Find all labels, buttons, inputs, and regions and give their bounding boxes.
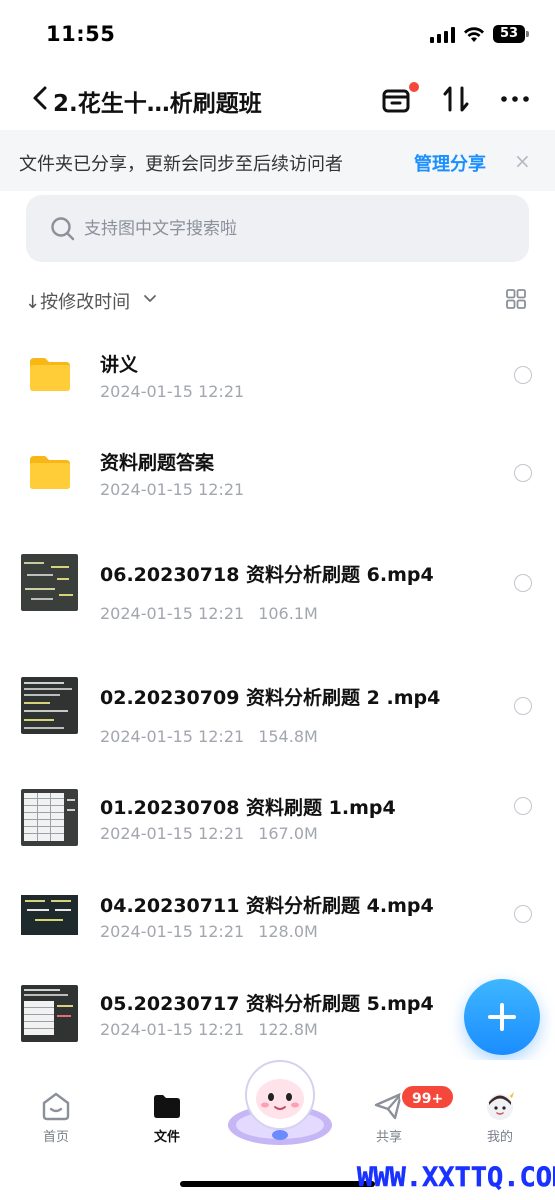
select-radio[interactable] [514, 574, 532, 592]
search-input[interactable] [84, 216, 504, 242]
share-banner-text: 文件夹已分享，更新会同步至后续访问者 [19, 154, 343, 175]
select-radio[interactable] [514, 366, 532, 384]
file-name: 06.20230718 资料分析刷题 6.mp4 [100, 564, 434, 586]
file-name: 05.20230717 资料分析刷题 5.mp4 [100, 993, 434, 1015]
file-size: 128.0M [258, 922, 318, 941]
list-item[interactable]: 资料刷题答案 2024-01-15 12:21 [0, 423, 555, 521]
sort-arrows-icon[interactable] [439, 82, 473, 116]
video-thumbnail [21, 789, 78, 846]
sort-order-button[interactable]: ↓按修改时间 [25, 288, 130, 314]
tab-files[interactable]: 文件 [127, 1090, 207, 1145]
file-date: 2024-01-15 12:21 [100, 382, 245, 401]
watermark-text: WWW.XXTTQ.COM [357, 1162, 555, 1194]
file-size: 154.8M [258, 727, 318, 746]
cellular-signal-icon [430, 27, 456, 43]
file-size: 122.8M [258, 1020, 318, 1039]
list-item[interactable]: 04.20230711 资料分析刷题 4.mp4 2024-01-15 12:2… [0, 858, 555, 956]
video-thumbnail [21, 985, 78, 1042]
battery-icon: 53 [493, 25, 529, 43]
home-indicator [180, 1181, 375, 1187]
file-name: 04.20230711 资料分析刷题 4.mp4 [100, 895, 434, 917]
status-time: 11:55 [46, 22, 116, 46]
list-item[interactable]: 讲义 2024-01-15 12:21 [0, 325, 555, 423]
grid-view-icon[interactable] [505, 288, 527, 310]
share-count-badge: 99+ [400, 1084, 456, 1110]
select-radio[interactable] [514, 697, 532, 715]
tab-files-label: 文件 [153, 1130, 180, 1145]
chevron-down-icon[interactable] [142, 291, 158, 307]
status-bar: 11:55 53 [0, 0, 555, 70]
file-date: 2024-01-15 12:21 [100, 1020, 245, 1039]
file-date: 2024-01-15 12:21 [100, 604, 245, 623]
sort-row: ↓按修改时间 [0, 282, 555, 316]
file-name: 讲义 [100, 354, 139, 376]
tab-share-label: 共享 [375, 1130, 402, 1145]
list-item[interactable]: 01.20230708 资料刷题 1.mp4 2024-01-15 12:21 1… [0, 760, 555, 858]
file-name: 资料刷题答案 [100, 452, 215, 474]
folder-icon [30, 358, 70, 391]
file-meta: 2024-01-15 12:21 128.0M [100, 922, 318, 941]
transfer-box-icon[interactable] [379, 82, 413, 116]
list-item[interactable]: 06.20230718 资料分析刷题 6.mp4 2024-01-15 12:2… [0, 525, 555, 623]
back-chevron-icon[interactable] [30, 84, 52, 112]
folder-icon [154, 1095, 180, 1118]
video-thumbnail [21, 554, 78, 611]
more-icon[interactable] [498, 82, 532, 116]
top-nav: 2.花生十…析刷题班 [0, 70, 555, 128]
search-bar[interactable] [26, 195, 529, 262]
file-name: 02.20230709 资料分析刷题 2 .mp4 [100, 687, 441, 709]
page-title: 2.花生十…析刷题班 [53, 91, 262, 117]
file-meta: 2024-01-15 12:21 [100, 480, 244, 499]
file-meta: 2024-01-15 12:21 [100, 382, 244, 401]
file-meta: 2024-01-15 12:21 154.8M [100, 727, 318, 746]
file-meta: 2024-01-15 12:21 122.8M [100, 1020, 318, 1039]
file-name: 01.20230708 资料刷题 1.mp4 [100, 797, 396, 819]
file-size: 106.1M [258, 604, 318, 623]
file-date: 2024-01-15 12:21 [100, 727, 245, 746]
manage-share-link[interactable]: 管理分享 [414, 150, 486, 176]
tab-me[interactable]: 我的 [460, 1090, 540, 1145]
avatar [487, 1092, 514, 1120]
video-thumbnail [21, 887, 78, 944]
search-icon [51, 217, 75, 241]
list-item[interactable]: 02.20230709 资料分析刷题 2 .mp4 2024-01-15 12:… [0, 648, 555, 746]
select-radio[interactable] [514, 905, 532, 923]
file-date: 2024-01-15 12:21 [100, 824, 245, 843]
file-meta: 2024-01-15 12:21 167.0M [100, 824, 318, 843]
share-banner: 文件夹已分享，更新会同步至后续访问者 管理分享 × [0, 130, 555, 191]
file-meta: 2024-01-15 12:21 106.1M [100, 604, 318, 623]
tab-home[interactable]: 首页 [16, 1090, 96, 1145]
file-date: 2024-01-15 12:21 [100, 480, 245, 499]
folder-icon [30, 456, 70, 489]
home-icon [42, 1092, 70, 1121]
battery-level: 53 [499, 26, 519, 41]
wifi-icon [464, 27, 484, 42]
mascot-assistant-button[interactable] [225, 1055, 335, 1145]
file-date: 2024-01-15 12:21 [100, 922, 245, 941]
video-thumbnail [21, 677, 78, 734]
select-radio[interactable] [514, 464, 532, 482]
select-radio[interactable] [514, 797, 532, 815]
close-banner-icon[interactable]: × [514, 149, 531, 173]
tab-me-label: 我的 [486, 1130, 513, 1145]
notification-dot [409, 82, 419, 92]
tab-home-label: 首页 [42, 1130, 69, 1145]
file-size: 167.0M [258, 824, 318, 843]
add-button[interactable] [464, 979, 540, 1055]
